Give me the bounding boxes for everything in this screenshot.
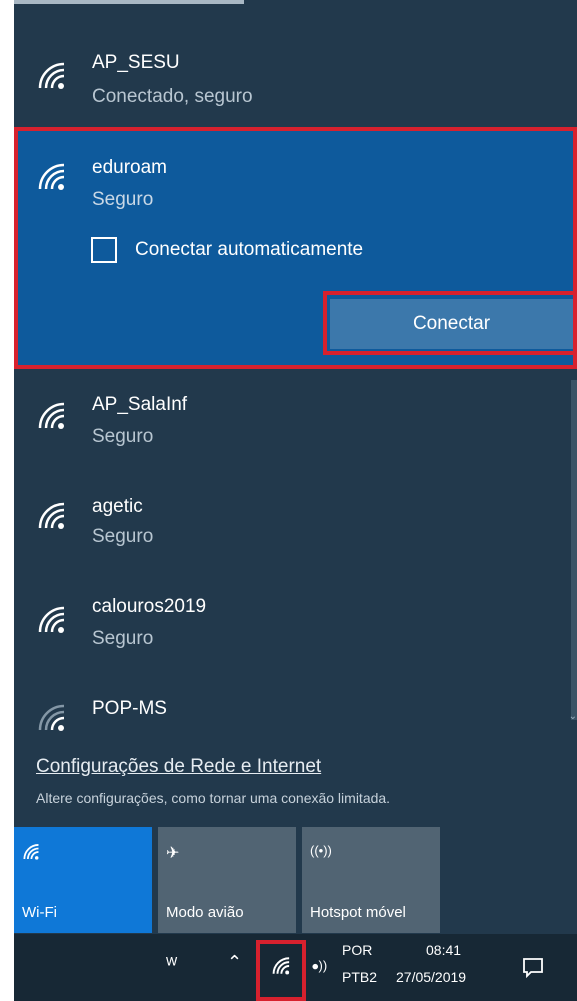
network-item-ap-salainf[interactable]: AP_SalaInf Seguro — [14, 372, 577, 468]
network-name: AP_SalaInf — [92, 394, 188, 415]
tile-label: Wi-Fi — [22, 904, 57, 921]
network-status: Conectado, seguro — [92, 86, 253, 107]
network-status: Seguro — [92, 426, 154, 447]
highlight-frame-connect — [323, 291, 577, 355]
wifi-icon — [38, 606, 65, 633]
language-code[interactable]: POR — [342, 942, 372, 958]
network-item-ap-sesu[interactable]: AP_SESU Conectado, seguro — [14, 32, 577, 128]
speaker-icon[interactable]: ⦁)) — [312, 958, 327, 974]
action-center-icon[interactable] — [522, 956, 544, 978]
network-item-calouros2019[interactable]: calouros2019 Seguro — [14, 572, 577, 668]
network-name: POP-MS — [92, 698, 167, 719]
tile-label: Hotspot móvel — [310, 904, 406, 921]
airplane-icon: ✈ — [166, 845, 180, 862]
network-flyout: AP_SESU Conectado, seguro eduroam Seguro… — [14, 0, 577, 934]
wifi-icon — [23, 844, 39, 860]
show-hidden-icons-chevron-icon[interactable]: ⌃ — [227, 952, 242, 973]
network-name: calouros2019 — [92, 596, 207, 617]
airplane-mode-tile[interactable]: ✈ Modo avião — [158, 827, 296, 933]
wifi-toggle-tile[interactable]: Wi-Fi — [14, 827, 152, 933]
flyout-top-edge — [14, 0, 244, 4]
clock-date[interactable]: 27/05/2019 — [396, 969, 466, 985]
scrollbar[interactable] — [571, 380, 577, 720]
clock-time[interactable]: 08:41 — [426, 942, 461, 958]
people-icon[interactable]: ᵂ — [166, 954, 177, 975]
network-name: AP_SESU — [92, 52, 180, 73]
keyboard-layout[interactable]: PTB2 — [342, 969, 377, 985]
network-settings-subtitle: Altere configurações, como tornar uma co… — [36, 790, 391, 806]
network-status: Seguro — [92, 628, 154, 649]
scroll-down-icon[interactable]: ⌄ — [569, 712, 577, 722]
wifi-weak-icon — [38, 704, 65, 731]
wifi-icon — [38, 62, 65, 89]
wifi-icon — [38, 402, 65, 429]
highlight-frame-tray-wifi — [256, 940, 306, 1001]
wifi-icon — [38, 502, 65, 529]
network-name: agetic — [92, 496, 143, 517]
mobile-hotspot-tile[interactable]: ((•)) Hotspot móvel — [302, 827, 440, 933]
network-settings-link[interactable]: Configurações de Rede e Internet — [36, 756, 321, 778]
network-item-pop-ms[interactable]: POP-MS — [14, 672, 577, 731]
hotspot-icon: ((•)) — [310, 843, 332, 858]
network-item-agetic[interactable]: agetic Seguro — [14, 472, 577, 568]
tile-label: Modo avião — [166, 904, 244, 921]
network-status: Seguro — [92, 526, 154, 547]
taskbar: ᵂ ⌃ ⦁)) POR PTB2 08:41 27/05/2019 — [14, 934, 577, 1001]
